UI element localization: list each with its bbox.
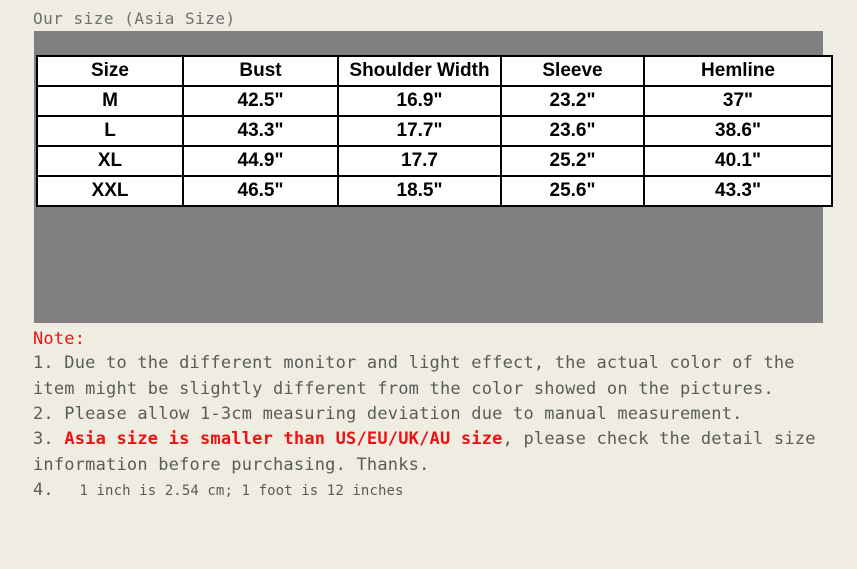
note-item-4: 4. 1 inch is 2.54 cm; 1 foot is 12 inche… xyxy=(33,478,833,504)
note-item-4-body: 1 inch is 2.54 cm; 1 foot is 12 inches xyxy=(79,483,404,499)
table-row: XL 44.9" 17.7 25.2" 40.1" xyxy=(36,145,833,177)
column-header-shoulder: Shoulder Width xyxy=(337,55,502,87)
cell-shoulder: 17.7 xyxy=(337,145,502,177)
cell-size: XXL xyxy=(36,175,184,207)
table-row: XXL 46.5" 18.5" 25.6" 43.3" xyxy=(36,175,833,207)
table-header-row: Size Bust Shoulder Width Sleeve Hemline xyxy=(36,55,833,87)
size-chart-panel: Size Bust Shoulder Width Sleeve Hemline … xyxy=(34,31,833,323)
column-header-sleeve: Sleeve xyxy=(500,55,645,87)
notes-heading: Note: xyxy=(33,329,86,349)
note-item-2: 2. Please allow 1-3cm measuring deviatio… xyxy=(33,404,743,424)
cell-sleeve: 23.6" xyxy=(500,115,645,147)
cell-bust: 44.9" xyxy=(182,145,339,177)
note-item-1: 1. Due to the different monitor and ligh… xyxy=(33,353,795,399)
cell-hemline: 38.6" xyxy=(643,115,833,147)
column-header-size: Size xyxy=(36,55,184,87)
cell-hemline: 43.3" xyxy=(643,175,833,207)
note-item-3-emphasis: Asia size is smaller than US/EU/UK/AU si… xyxy=(64,429,503,449)
cell-size: XL xyxy=(36,145,184,177)
cell-shoulder: 18.5" xyxy=(337,175,502,207)
column-header-hemline: Hemline xyxy=(643,55,833,87)
cell-sleeve: 23.2" xyxy=(500,85,645,117)
note-item-4-number: 4. xyxy=(33,480,54,500)
note-item-3-prefix: 3. xyxy=(33,429,65,449)
cell-shoulder: 16.9" xyxy=(337,85,502,117)
cell-hemline: 37" xyxy=(643,85,833,117)
size-chart-table: Size Bust Shoulder Width Sleeve Hemline … xyxy=(36,55,833,207)
cell-bust: 46.5" xyxy=(182,175,339,207)
cell-bust: 43.3" xyxy=(182,115,339,147)
notes-section: Note: 1. Due to the different monitor an… xyxy=(33,328,833,504)
table-row: M 42.5" 16.9" 23.2" 37" xyxy=(36,85,833,117)
cell-sleeve: 25.2" xyxy=(500,145,645,177)
note-item-3: 3. Asia size is smaller than US/EU/UK/AU… xyxy=(33,427,833,478)
page-title: Our size (Asia Size) xyxy=(33,9,236,28)
cell-shoulder: 17.7" xyxy=(337,115,502,147)
cell-bust: 42.5" xyxy=(182,85,339,117)
cell-size: M xyxy=(36,85,184,117)
note-item-4-text: 1 inch is 2.54 cm; 1 foot is 12 inches xyxy=(54,483,404,499)
cell-sleeve: 25.6" xyxy=(500,175,645,207)
cell-hemline: 40.1" xyxy=(643,145,833,177)
table-row: L 43.3" 17.7" 23.6" 38.6" xyxy=(36,115,833,147)
cell-size: L xyxy=(36,115,184,147)
column-header-bust: Bust xyxy=(182,55,339,87)
